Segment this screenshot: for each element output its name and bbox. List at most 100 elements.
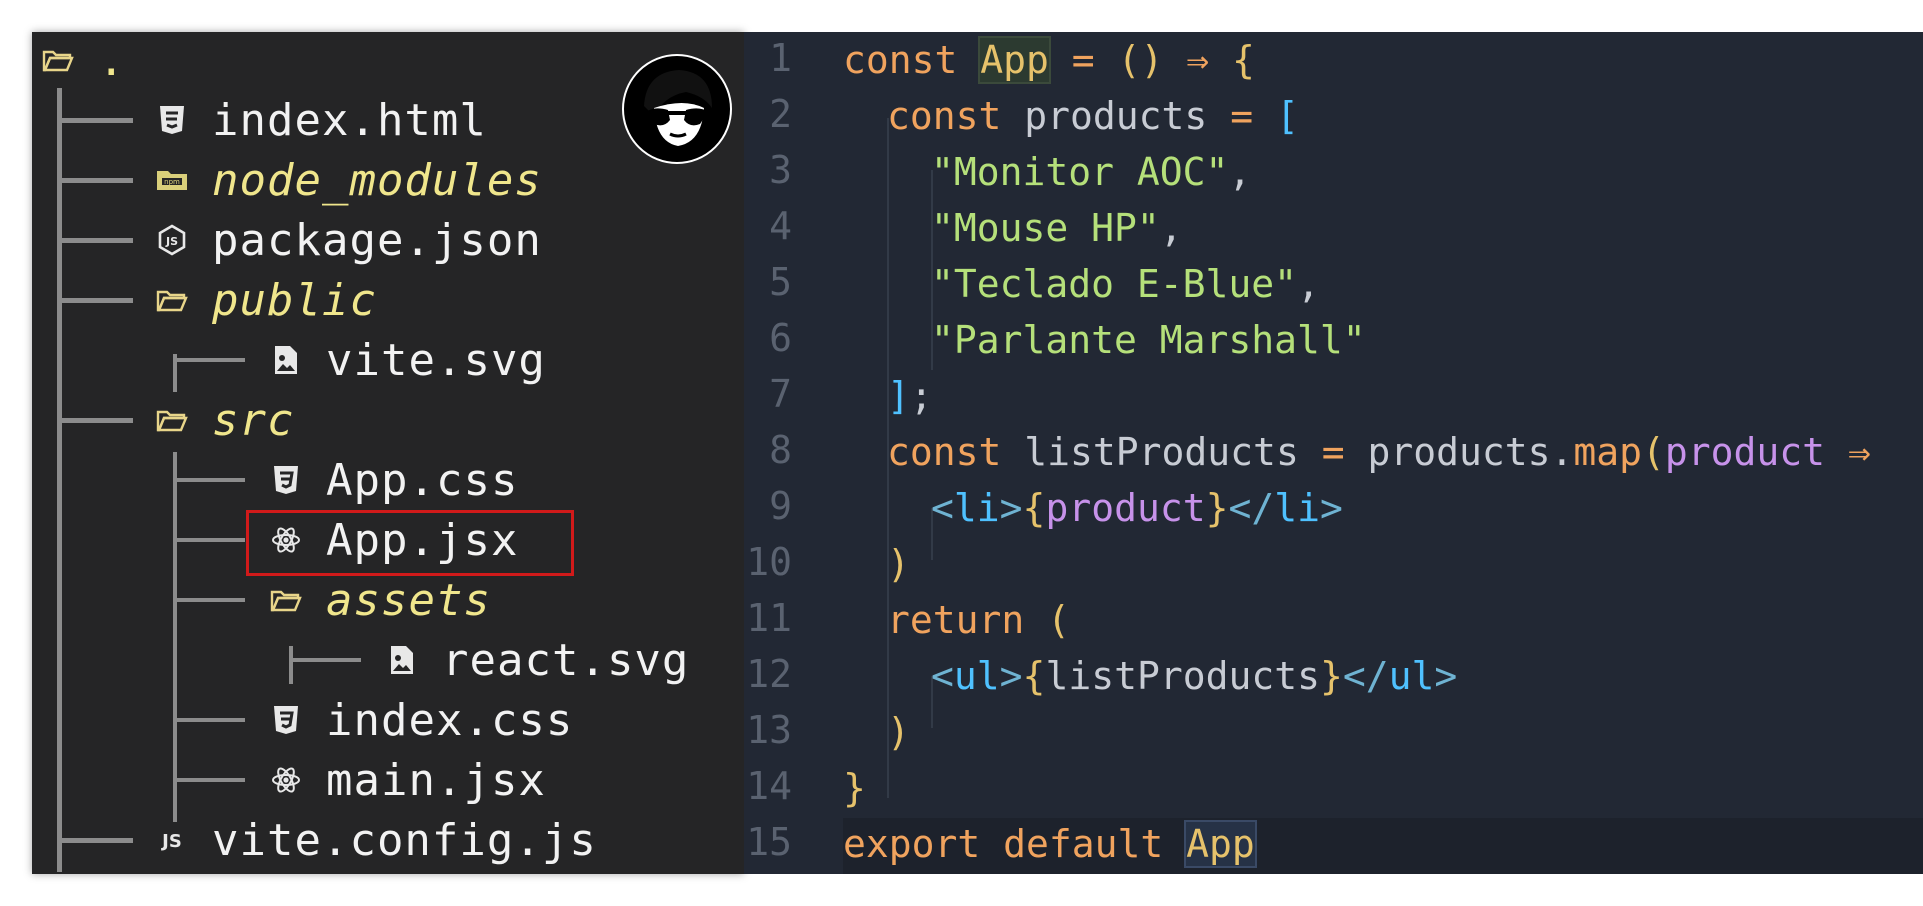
tree-item-label: node_modules — [212, 154, 542, 206]
branch — [57, 298, 133, 303]
code-token: > — [999, 486, 1023, 530]
tree-item-label: App.css — [326, 454, 519, 506]
code-line-7[interactable]: ]; — [887, 368, 933, 424]
folder-open-icon — [268, 582, 304, 618]
code-token: } — [843, 766, 866, 810]
line-number: 12 — [746, 652, 792, 696]
image-file-icon — [268, 342, 304, 378]
code-token: [ — [1275, 94, 1299, 138]
tree-item-main-jsx[interactable]: main.jsx — [268, 752, 546, 808]
code-token: < — [931, 486, 954, 530]
line-number: 9 — [769, 484, 792, 528]
branch — [57, 418, 133, 423]
js-icon: JS — [154, 822, 190, 858]
code-token: "Mouse HP" — [931, 206, 1160, 250]
code-token: ⇒ — [1825, 430, 1871, 474]
code-editor-panel[interactable]: 1 2 3 4 5 6 7 8 9 10 11 12 13 14 15 cons… — [744, 32, 1923, 874]
code-line-15[interactable]: export default App — [843, 816, 1257, 872]
line-number: 4 — [769, 204, 792, 248]
code-line-13[interactable]: ) — [887, 704, 910, 760]
code-token: const — [843, 38, 981, 82]
code-token: , — [1159, 206, 1183, 250]
branch — [173, 478, 245, 482]
code-line-5[interactable]: "Teclado E-Blue", — [931, 256, 1320, 312]
html5-icon — [154, 102, 190, 138]
code-token: App — [978, 36, 1051, 84]
svg-text:JS: JS — [165, 235, 178, 248]
code-token: "Teclado E-Blue" — [931, 262, 1298, 306]
code-token: products — [1024, 94, 1208, 138]
code-line-9[interactable]: <li>{product}</li> — [931, 480, 1343, 536]
tree-item-src[interactable]: src — [154, 392, 294, 448]
code-line-11[interactable]: return ( — [887, 592, 1070, 648]
code-token: export default — [843, 822, 1187, 866]
code-token: ; — [909, 374, 933, 418]
branch — [173, 538, 245, 542]
tree-item-node-modules[interactable]: npm node_modules — [154, 152, 542, 208]
code-token: = — [1048, 38, 1118, 82]
line-number: 10 — [746, 540, 792, 584]
tree-item-vite-svg[interactable]: vite.svg — [268, 332, 546, 388]
tree-item-label: package.json — [212, 214, 542, 266]
branch — [289, 658, 361, 662]
code-line-3[interactable]: "Monitor AOC", — [931, 144, 1251, 200]
code-line-14[interactable]: } — [843, 760, 866, 816]
highlight-box — [246, 510, 574, 576]
tree-item-label: index.html — [212, 94, 487, 146]
svg-text:npm: npm — [164, 178, 180, 186]
code-token: li — [1274, 486, 1321, 530]
branch — [57, 178, 133, 183]
tree-guide-assets — [289, 646, 293, 684]
code-line-12[interactable]: <ul>{listProducts}</ul> — [931, 648, 1457, 704]
code-token: products. — [1367, 430, 1574, 474]
code-token: } — [1205, 486, 1229, 530]
folder-open-icon — [154, 282, 190, 318]
branch — [173, 718, 245, 722]
folder-open-icon — [154, 402, 190, 438]
css3-icon — [268, 702, 304, 738]
line-number: 13 — [746, 708, 792, 752]
code-token: </ — [1228, 486, 1275, 530]
branch — [173, 598, 245, 602]
branch — [57, 238, 133, 243]
tree-item-label: vite.svg — [326, 334, 546, 386]
code-line-10[interactable]: ) — [887, 536, 910, 592]
code-token: > — [999, 654, 1023, 698]
tree-root[interactable]: . — [40, 32, 126, 88]
line-number: 2 — [769, 92, 792, 136]
line-number: 5 — [769, 260, 792, 304]
code-line-8[interactable]: const listProducts = products.map(produc… — [887, 424, 1871, 480]
code-line-2[interactable]: const products = [ — [887, 88, 1299, 144]
tree-item-app-css[interactable]: App.css — [268, 452, 518, 508]
tree-item-react-svg[interactable]: react.svg — [384, 632, 689, 688]
code-token: </ — [1342, 654, 1389, 698]
tree-item-assets[interactable]: assets — [268, 572, 491, 628]
react-icon — [268, 762, 304, 798]
code-line-6[interactable]: "Parlante Marshall" — [931, 312, 1366, 368]
line-number: 14 — [746, 764, 792, 808]
code-token: listProducts — [1045, 654, 1320, 698]
tree-item-package-json[interactable]: JS package.json — [154, 212, 542, 268]
code-token: "Monitor AOC" — [931, 150, 1229, 194]
tree-item-label: src — [212, 394, 295, 446]
code-line-4[interactable]: "Mouse HP", — [931, 200, 1183, 256]
branch — [173, 778, 245, 782]
code-token: { — [1231, 38, 1255, 82]
image-file-icon — [384, 642, 420, 678]
tree-item-label: main.jsx — [326, 754, 546, 806]
code-line-1[interactable]: const App = () ⇒ { — [843, 32, 1255, 88]
code-token: ] — [887, 374, 910, 418]
branch — [173, 358, 245, 362]
line-number: 3 — [769, 148, 792, 192]
code-token: > — [1320, 486, 1343, 530]
tree-item-index-css[interactable]: index.css — [268, 692, 573, 748]
tree-item-public[interactable]: public — [154, 272, 377, 328]
tree-item-vite-config-js[interactable]: JS vite.config.js — [154, 812, 597, 868]
tree-item-index-html[interactable]: index.html — [154, 92, 487, 148]
code-token: ul — [1388, 654, 1435, 698]
tree-item-label: public — [212, 274, 377, 326]
code-token: = — [1207, 94, 1276, 138]
code-token: , — [1297, 262, 1320, 306]
line-number: 15 — [746, 820, 792, 864]
avatar — [622, 54, 732, 164]
